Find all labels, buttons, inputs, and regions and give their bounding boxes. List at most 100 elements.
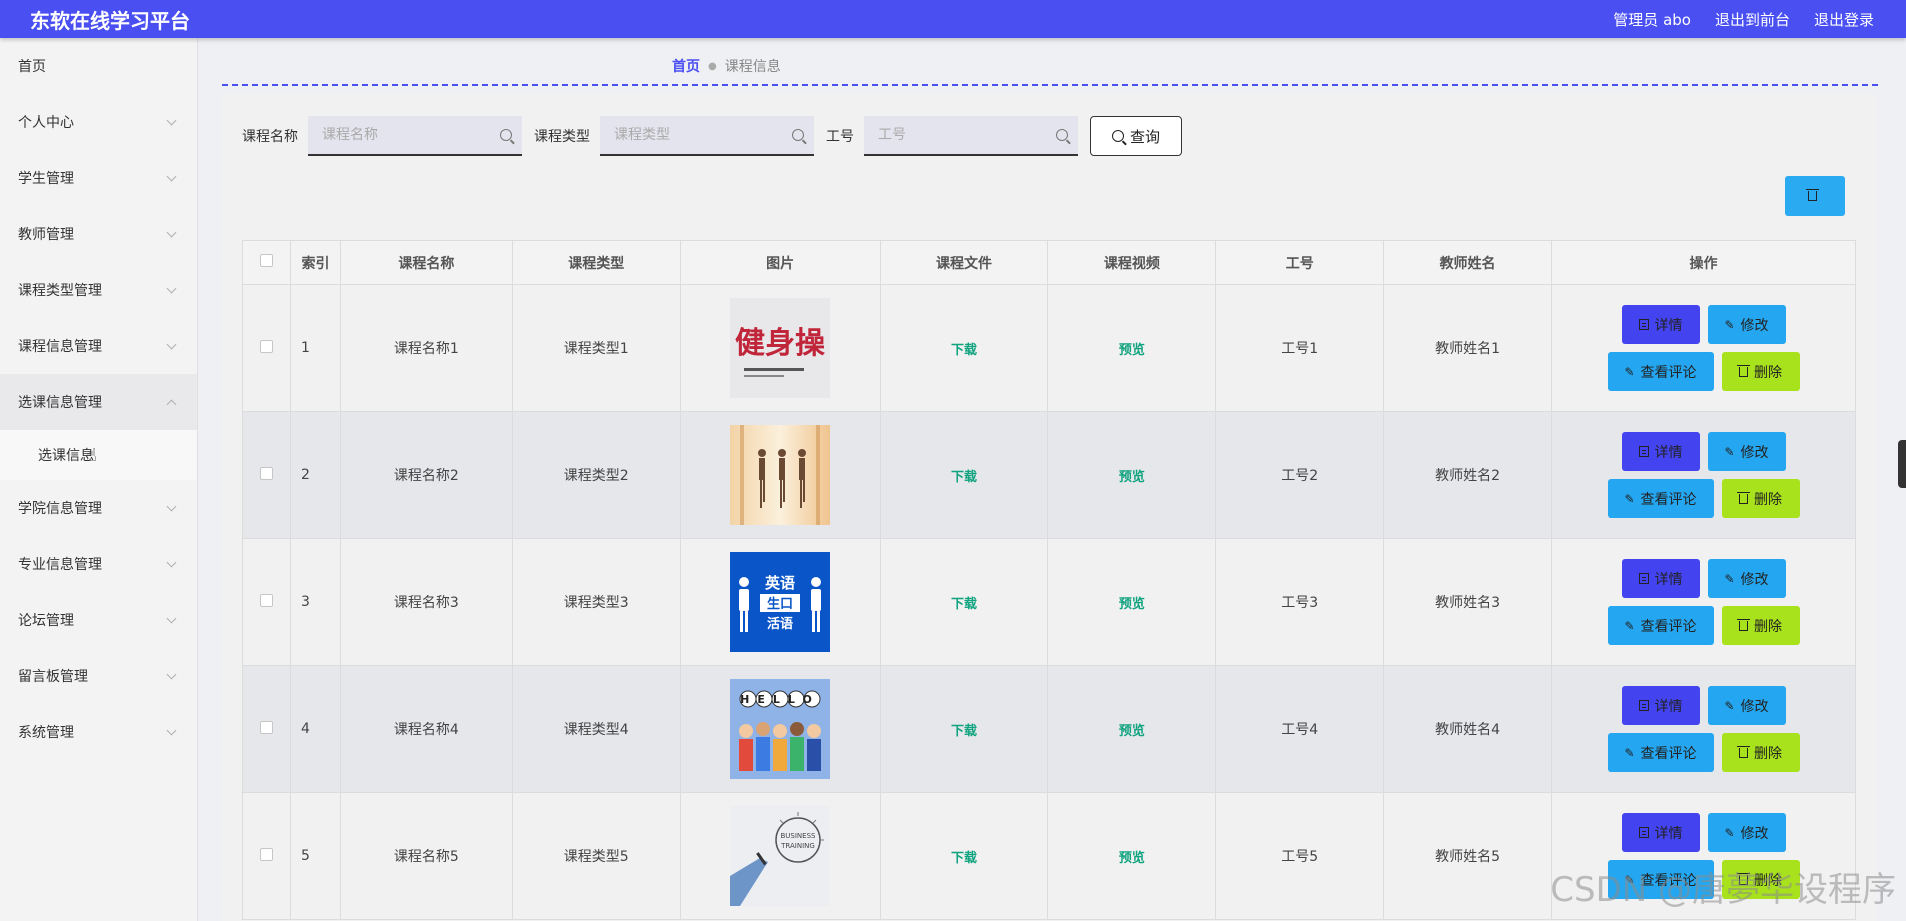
detail-button[interactable]: 详情 <box>1621 559 1700 598</box>
download-link[interactable]: 下载 <box>951 597 977 612</box>
course-thumbnail[interactable]: HELLO <box>730 679 831 779</box>
delete-button[interactable]: 删除 <box>1721 352 1800 391</box>
edit-button[interactable]: ✎ 修改 <box>1707 432 1786 471</box>
admin-user-label[interactable]: 管理员 abo <box>1613 9 1691 30</box>
sidebar-item-students[interactable]: 学生管理 <box>0 150 197 206</box>
view-comments-button[interactable]: ✎ 查看评论 <box>1607 606 1714 645</box>
view-comments-button[interactable]: ✎ 查看评论 <box>1607 352 1714 391</box>
delete-button-label: 删除 <box>1754 364 1782 381</box>
delete-button[interactable]: 删除 <box>1721 733 1800 772</box>
sidebar-item-home[interactable]: 首页 <box>0 38 197 94</box>
sidebar-item-message-board[interactable]: 留言板管理 <box>0 648 197 704</box>
delete-button[interactable]: 删除 <box>1721 479 1800 518</box>
row-checkbox[interactable] <box>259 847 273 861</box>
col-header: 课程视频 <box>1047 240 1217 285</box>
content-panel: 课程名称 课程类型 工号 查询 <box>222 94 1878 921</box>
job-no-cell: 工号5 <box>1215 792 1385 920</box>
edit-button[interactable]: ✎ 修改 <box>1707 559 1786 598</box>
row-checkbox[interactable] <box>259 720 273 734</box>
sidebar-item-label: 学院信息管理 <box>18 501 102 517</box>
document-icon <box>1638 700 1649 711</box>
video-cell: 预览 <box>1047 665 1217 793</box>
preview-link[interactable]: 预览 <box>1119 724 1145 739</box>
pencil-icon: ✎ <box>1724 571 1735 586</box>
preview-link[interactable]: 预览 <box>1119 851 1145 866</box>
document-icon <box>1638 319 1649 330</box>
sidebar-item-major-info[interactable]: 专业信息管理 <box>0 536 197 592</box>
course-thumbnail[interactable] <box>730 425 831 525</box>
course-name-input[interactable] <box>322 127 482 143</box>
course-name-field <box>308 116 522 156</box>
job-no-label: 工号 <box>826 129 854 145</box>
course-table: 索引 课程名称 课程类型 图片 课程文件 课程视频 工号 教师姓名 操作 1 课… <box>242 240 1856 920</box>
row-select-cell <box>242 284 291 412</box>
detail-button[interactable]: 详情 <box>1621 432 1700 471</box>
document-icon <box>1638 573 1649 584</box>
sidebar-item-course-selection[interactable]: 选课信息管理 <box>0 374 197 430</box>
col-header: 索引 <box>289 240 341 285</box>
exit-to-front-link[interactable]: 退出到前台 <box>1715 9 1790 30</box>
thumbnail-text: BUSINESS <box>781 832 817 840</box>
video-cell: 预览 <box>1047 411 1217 539</box>
logout-link[interactable]: 退出登录 <box>1814 9 1874 30</box>
detail-button-label: 详情 <box>1654 444 1683 461</box>
chevron-up-icon <box>166 399 177 409</box>
sidebar-item-label: 教师管理 <box>18 227 74 243</box>
sidebar-item-course-info[interactable]: 课程信息管理 <box>0 318 197 374</box>
job-no-input[interactable] <box>878 127 1038 143</box>
sidebar-item-teachers[interactable]: 教师管理 <box>0 206 197 262</box>
edit-button[interactable]: ✎ 修改 <box>1707 813 1786 852</box>
breadcrumb-home[interactable]: 首页 <box>672 56 700 76</box>
course-type-label: 课程类型 <box>534 129 590 145</box>
query-button[interactable]: 查询 <box>1090 116 1182 156</box>
download-link[interactable]: 下载 <box>951 724 977 739</box>
edit-button[interactable]: ✎ 修改 <box>1707 686 1786 725</box>
col-header: 操作 <box>1551 240 1856 285</box>
delete-button[interactable]: 删除 <box>1721 606 1800 645</box>
query-button-label: 查询 <box>1129 127 1160 146</box>
pencil-icon: ✎ <box>1724 317 1735 332</box>
teacher-name-cell: 教师姓名3 <box>1383 538 1552 666</box>
sidebar-item-system[interactable]: 系统管理 <box>0 704 197 760</box>
preview-link[interactable]: 预览 <box>1119 343 1145 358</box>
chevron-down-icon <box>166 227 177 237</box>
sidebar-item-college-info[interactable]: 学院信息管理 <box>0 480 197 536</box>
course-type-input[interactable] <box>614 127 774 143</box>
thumbnail-text: 健身操 <box>735 326 826 361</box>
view-comments-button[interactable]: ✎ 查看评论 <box>1607 479 1714 518</box>
page-scrollbar-handle[interactable] <box>1898 440 1906 488</box>
row-checkbox[interactable] <box>259 466 273 480</box>
detail-button[interactable]: 详情 <box>1621 686 1700 725</box>
download-link[interactable]: 下载 <box>951 851 977 866</box>
file-cell: 下载 <box>879 411 1049 539</box>
sidebar-item-personal-center[interactable]: 个人中心 <box>0 94 197 150</box>
edit-button[interactable]: ✎ 修改 <box>1707 305 1786 344</box>
sidebar-item-course-types[interactable]: 课程类型管理 <box>0 262 197 318</box>
actions-cell: 详情 ✎ 修改 ✎ 查看评论 删除 <box>1551 538 1856 666</box>
detail-button[interactable]: 详情 <box>1621 305 1700 344</box>
course-thumbnail[interactable]: 英语 生口 活语 <box>730 552 831 652</box>
preview-link[interactable]: 预览 <box>1119 597 1145 612</box>
table-row: 4 课程名称4 课程类型4 HELLO 下载 预览 工号4 教师姓名4 详情 ✎… <box>242 665 1856 793</box>
view-comments-button[interactable]: ✎ 查看评论 <box>1607 733 1714 772</box>
app-title: 东软在线学习平台 <box>30 8 190 33</box>
download-link[interactable]: 下载 <box>951 343 977 358</box>
index-cell: 4 <box>289 665 341 793</box>
course-thumbnail[interactable]: 健身操 <box>730 298 831 398</box>
select-all-checkbox[interactable] <box>259 254 273 267</box>
sidebar-item-forum[interactable]: 论坛管理 <box>0 592 197 648</box>
sidebar-subitem-course-selection[interactable]: 选课信息 ☝ <box>0 430 197 480</box>
hand-cursor-icon: ☝ <box>86 444 97 466</box>
course-thumbnail[interactable]: BUSINESS TRAINING <box>730 806 831 906</box>
bulk-delete-button[interactable] <box>1785 176 1845 216</box>
download-link[interactable]: 下载 <box>951 470 977 485</box>
thumbnail-text: HELLO <box>740 693 820 706</box>
file-cell: 下载 <box>879 538 1049 666</box>
preview-link[interactable]: 预览 <box>1119 470 1145 485</box>
detail-button[interactable]: 详情 <box>1621 813 1700 852</box>
image-cell <box>679 411 881 539</box>
row-checkbox[interactable] <box>259 593 273 607</box>
col-header: 教师姓名 <box>1383 240 1552 285</box>
breadcrumb: 首页 ● 课程信息 <box>672 56 781 76</box>
row-checkbox[interactable] <box>259 339 273 353</box>
